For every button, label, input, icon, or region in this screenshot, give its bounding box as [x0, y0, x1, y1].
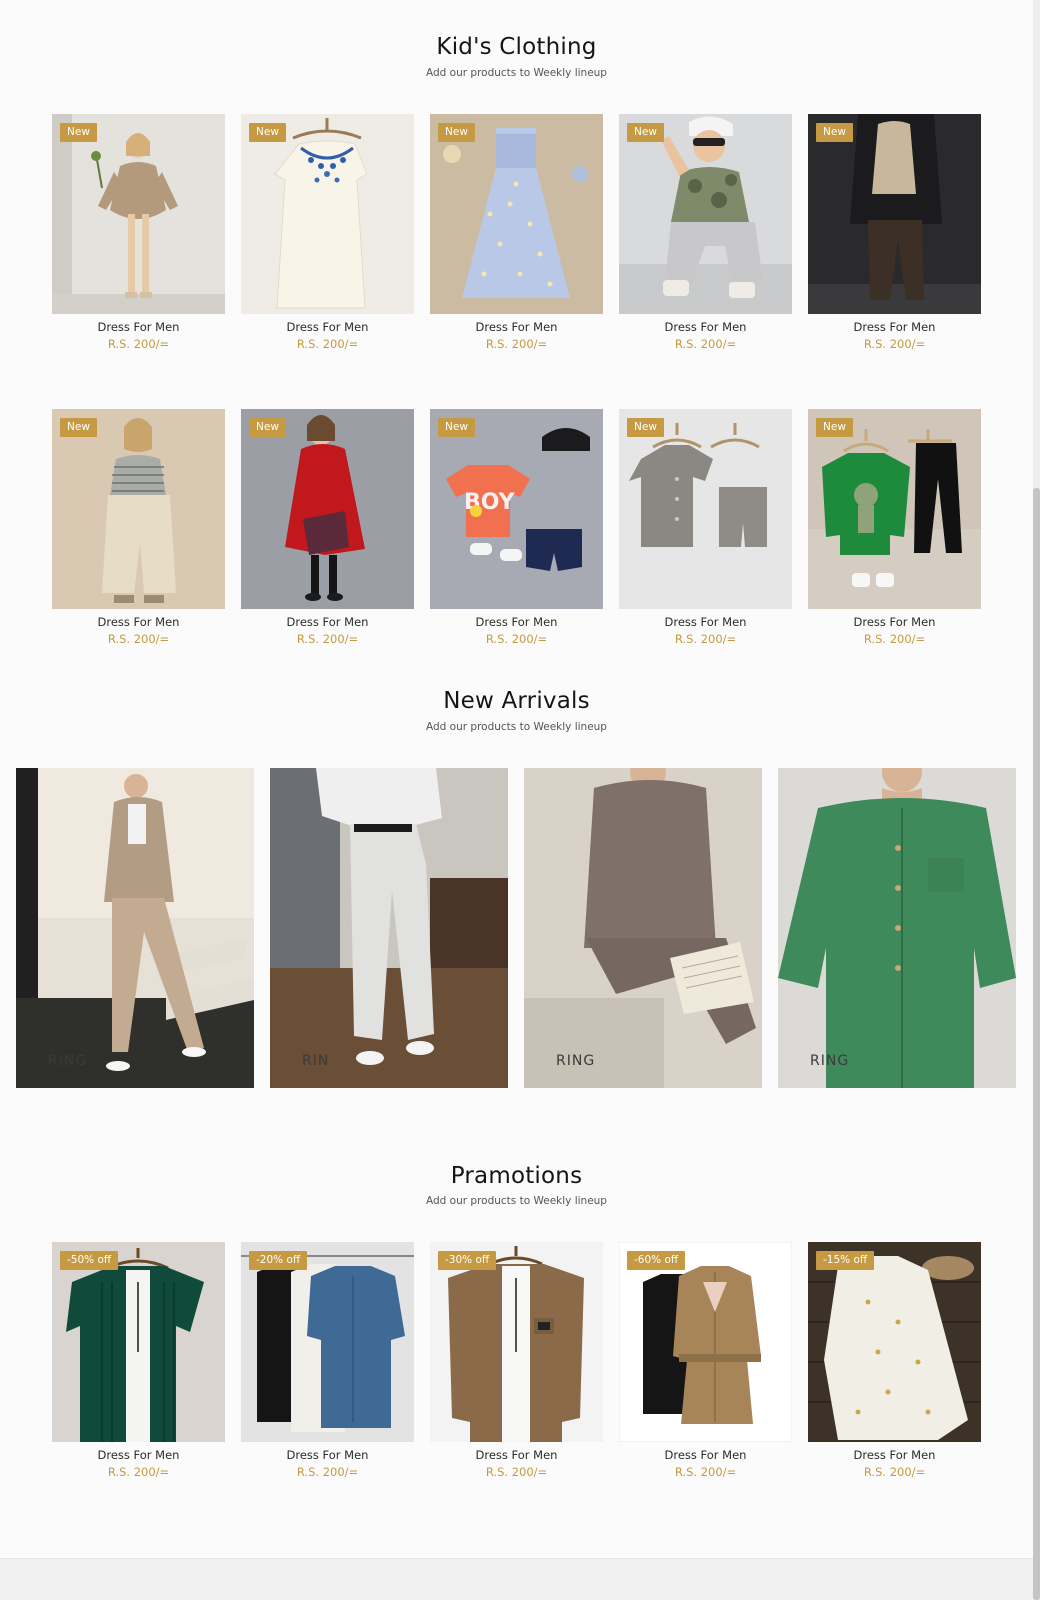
product-image[interactable]: -30% off — [430, 1242, 603, 1442]
new-badge: New — [60, 418, 97, 437]
product-image[interactable]: New — [52, 409, 225, 609]
product-name[interactable]: Dress For Men — [619, 320, 792, 334]
discount-badge: -15% off — [816, 1251, 875, 1270]
product-card[interactable]: New Dress For Men R.S. 200/= — [808, 114, 981, 351]
product-name[interactable]: Dress For Men — [619, 1448, 792, 1462]
product-image[interactable]: New — [241, 409, 414, 609]
product-card[interactable]: New Dress For Men R.S. 200/= — [808, 409, 981, 646]
product-price: R.S. 200/= — [296, 337, 359, 351]
discount-badge: -60% off — [627, 1251, 686, 1270]
new-badge: New — [249, 418, 286, 437]
arrivals-section-subtitle: Add our products to Weekly lineup — [426, 721, 607, 733]
product-image[interactable]: -15% off — [808, 1242, 981, 1442]
product-card[interactable]: New Dress For Men R.S. 200/= — [241, 114, 414, 351]
arrival-card[interactable]: RING — [778, 768, 1016, 1088]
product-image[interactable]: BOY New — [430, 409, 603, 609]
promotions-section-title: Pramotions — [450, 1163, 583, 1189]
product-price: R.S. 200/= — [107, 632, 170, 646]
product-price: R.S. 200/= — [485, 337, 548, 351]
discount-badge: -50% off — [60, 1251, 119, 1270]
arrivals-section-title: New Arrivals — [443, 688, 590, 714]
promotions-product-grid: -50% off Dress For Men R.S. 200/= -20% o… — [52, 1242, 981, 1479]
watermark-text: RING — [556, 1053, 596, 1069]
product-card[interactable]: New Dress For Men R.S. 200/= — [52, 114, 225, 351]
product-name[interactable]: Dress For Men — [808, 615, 981, 629]
product-image[interactable]: -60% off — [619, 1242, 792, 1442]
product-card[interactable]: New Dress For Men R.S. 200/= — [619, 409, 792, 646]
new-badge: New — [627, 418, 664, 437]
discount-badge: -20% off — [249, 1251, 308, 1270]
product-image[interactable]: New — [808, 409, 981, 609]
watermark-text: RING — [48, 1053, 88, 1069]
product-image[interactable]: New — [52, 114, 225, 314]
product-card[interactable]: New Dress For Men R.S. 200/= — [241, 409, 414, 646]
watermark-text: RING — [810, 1053, 850, 1069]
product-name[interactable]: Dress For Men — [808, 320, 981, 334]
new-arrivals-grid: RING RIN RING RING — [16, 768, 1016, 1088]
new-badge: New — [627, 123, 664, 142]
product-price: R.S. 200/= — [296, 1465, 359, 1479]
product-card[interactable]: -15% off Dress For Men R.S. 200/= — [808, 1242, 981, 1479]
product-price: R.S. 200/= — [674, 337, 737, 351]
product-name[interactable]: Dress For Men — [619, 615, 792, 629]
product-image[interactable]: -50% off — [52, 1242, 225, 1442]
arrival-card[interactable]: RIN — [270, 768, 508, 1088]
product-price: R.S. 200/= — [863, 632, 926, 646]
scrollbar-thumb[interactable] — [1033, 488, 1040, 1600]
product-price: R.S. 200/= — [107, 337, 170, 351]
product-card[interactable]: BOY New Dress For Men R.S. 200/= — [430, 409, 603, 646]
product-name[interactable]: Dress For Men — [430, 320, 603, 334]
kids-section-title: Kid's Clothing — [436, 34, 597, 60]
footer-strip — [0, 1558, 1033, 1600]
product-price: R.S. 200/= — [674, 1465, 737, 1479]
product-image[interactable]: New — [430, 114, 603, 314]
arrival-card[interactable]: RING — [16, 768, 254, 1088]
product-name[interactable]: Dress For Men — [430, 615, 603, 629]
promotions-section-subtitle: Add our products to Weekly lineup — [426, 1195, 607, 1207]
product-name[interactable]: Dress For Men — [241, 615, 414, 629]
product-name[interactable]: Dress For Men — [52, 1448, 225, 1462]
product-card[interactable]: New Dress For Men R.S. 200/= — [430, 114, 603, 351]
product-card[interactable]: New Dress For Men R.S. 200/= — [619, 114, 792, 351]
product-card[interactable]: -60% off Dress For Men R.S. 200/= — [619, 1242, 792, 1479]
product-image[interactable]: New — [619, 409, 792, 609]
product-name[interactable]: Dress For Men — [241, 1448, 414, 1462]
product-name[interactable]: Dress For Men — [52, 615, 225, 629]
kids-section-subtitle: Add our products to Weekly lineup — [426, 67, 607, 79]
product-image[interactable]: -20% off — [241, 1242, 414, 1442]
product-price: R.S. 200/= — [485, 632, 548, 646]
new-badge: New — [816, 418, 853, 437]
new-badge: New — [816, 123, 853, 142]
product-image[interactable]: New — [619, 114, 792, 314]
vertical-scrollbar[interactable] — [1033, 0, 1040, 1600]
product-name[interactable]: Dress For Men — [808, 1448, 981, 1462]
product-price: R.S. 200/= — [485, 1465, 548, 1479]
new-badge: New — [60, 123, 97, 142]
product-card[interactable]: -20% off Dress For Men R.S. 200/= — [241, 1242, 414, 1479]
product-price: R.S. 200/= — [296, 632, 359, 646]
product-name[interactable]: Dress For Men — [430, 1448, 603, 1462]
product-price: R.S. 200/= — [107, 1465, 170, 1479]
kids-product-grid: New Dress For Men R.S. 200/= New Dress F… — [52, 114, 981, 646]
product-card[interactable]: New Dress For Men R.S. 200/= — [52, 409, 225, 646]
product-price: R.S. 200/= — [674, 632, 737, 646]
product-name[interactable]: Dress For Men — [241, 320, 414, 334]
product-image[interactable]: New — [241, 114, 414, 314]
new-badge: New — [249, 123, 286, 142]
discount-badge: -30% off — [438, 1251, 497, 1270]
watermark-text: RIN — [302, 1053, 330, 1069]
product-card[interactable]: -50% off Dress For Men R.S. 200/= — [52, 1242, 225, 1479]
product-image[interactable]: New — [808, 114, 981, 314]
new-badge: New — [438, 418, 475, 437]
product-name[interactable]: Dress For Men — [52, 320, 225, 334]
product-card[interactable]: -30% off Dress For Men R.S. 200/= — [430, 1242, 603, 1479]
new-badge: New — [438, 123, 475, 142]
page: Kid's Clothing Add our products to Weekl… — [0, 0, 1033, 1600]
arrival-card[interactable]: RING — [524, 768, 762, 1088]
product-price: R.S. 200/= — [863, 337, 926, 351]
product-price: R.S. 200/= — [863, 1465, 926, 1479]
